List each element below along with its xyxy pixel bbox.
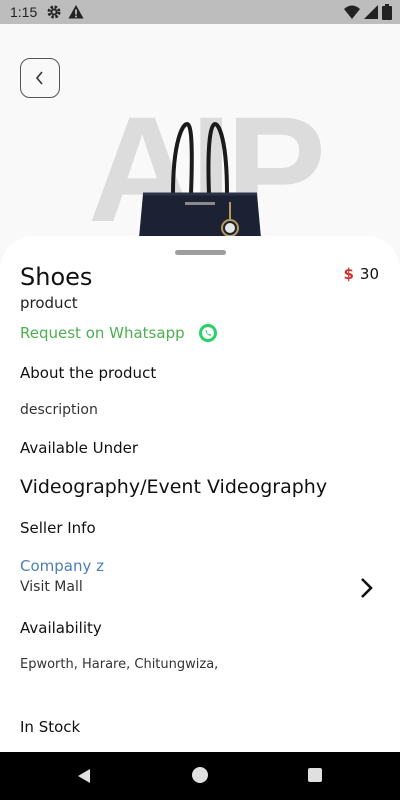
gear-icon	[47, 5, 61, 19]
seller-info-heading: Seller Info	[20, 519, 96, 537]
product-description: description	[20, 402, 98, 418]
whatsapp-icon[interactable]	[198, 323, 218, 343]
available-under-heading: Available Under	[20, 439, 139, 457]
price-value: 30	[359, 265, 379, 283]
nav-recents-icon[interactable]	[308, 768, 322, 782]
status-bar: 1:15	[0, 0, 400, 24]
availability-locations: Epworth, Harare, Chitungwiza,	[20, 657, 219, 672]
visit-mall-label[interactable]: Visit Mall	[20, 579, 83, 595]
handbag-image	[137, 121, 263, 254]
back-button[interactable]	[20, 58, 60, 98]
wifi-icon	[344, 5, 360, 19]
product-hero: AIP	[0, 24, 400, 254]
product-title: Shoes	[20, 263, 93, 291]
battery-icon	[382, 4, 392, 20]
product-details-sheet: Shoes $30 product Request on Whatsapp Ab…	[0, 236, 400, 752]
system-nav-bar	[0, 752, 400, 800]
about-heading: About the product	[20, 364, 157, 382]
nav-home-icon[interactable]	[192, 767, 208, 783]
request-whatsapp-link[interactable]: Request on Whatsapp	[20, 324, 185, 342]
seller-company[interactable]: Company z	[20, 557, 104, 575]
signal-icon	[364, 5, 378, 19]
chevron-right-icon[interactable]	[358, 576, 376, 600]
availability-heading: Availability	[20, 619, 102, 637]
sheet-drag-handle[interactable]	[175, 250, 226, 255]
product-category: Videography/Event Videography	[20, 476, 328, 498]
nav-back-icon[interactable]	[75, 767, 93, 785]
status-time: 1:15	[10, 4, 38, 20]
product-type: product	[20, 294, 78, 312]
price-currency: $	[343, 265, 354, 283]
chevron-left-icon	[35, 71, 43, 85]
warning-icon	[68, 5, 84, 19]
product-price: $30	[343, 265, 379, 283]
stock-status: In Stock	[20, 718, 81, 736]
